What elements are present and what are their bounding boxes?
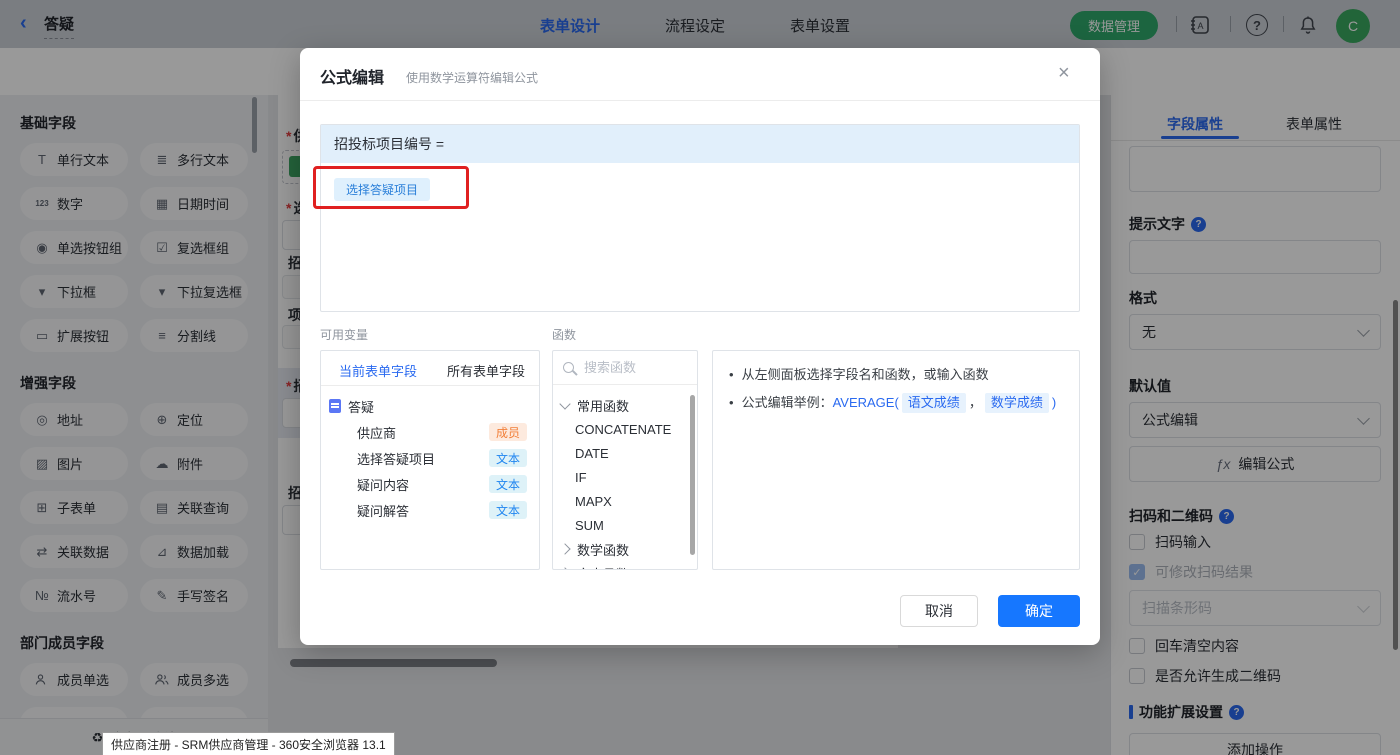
modal-title: 公式编辑 <box>320 64 384 88</box>
function-group-text[interactable]: 文本函数 <box>553 561 697 570</box>
function-item[interactable]: IF <box>553 465 697 489</box>
function-item[interactable]: SUM <box>553 513 697 537</box>
tree-field-question-answer[interactable]: 疑问解答 文本 <box>321 497 539 523</box>
function-item[interactable]: CONCATENATE <box>553 417 697 441</box>
annotation-highlight-rect <box>313 166 469 209</box>
field-type-badge: 文本 <box>489 449 527 467</box>
app-window: ‹ 答疑 表单设计 流程设定 表单设置 数据管理 A ? C 表单外链 后端脚本… <box>0 0 1400 755</box>
tree-node-form[interactable]: 答疑 <box>321 393 539 419</box>
caret-down-icon <box>559 398 570 409</box>
tree-field-select-project[interactable]: 选择答疑项目 文本 <box>321 445 539 471</box>
field-type-badge: 成员 <box>489 423 527 441</box>
variables-section-label: 可用变量 <box>320 326 368 343</box>
function-item[interactable]: DATE <box>553 441 697 465</box>
functions-scrollbar[interactable] <box>690 395 695 555</box>
field-type-badge: 文本 <box>489 501 527 519</box>
tree-field-question-content[interactable]: 疑问内容 文本 <box>321 471 539 497</box>
example-field-chip: 数学成绩 <box>985 393 1049 413</box>
tree-field-supplier[interactable]: 供应商 成员 <box>321 419 539 445</box>
variables-panel: 当前表单字段 所有表单字段 答疑 供应商 成员 选择答疑项目 文本 疑问内容 文… <box>320 350 540 570</box>
divider <box>300 100 1100 101</box>
example-field-chip: 语文成绩 <box>902 393 966 413</box>
caret-right-icon <box>559 567 570 570</box>
tab-all-form-fields[interactable]: 所有表单字段 <box>447 361 525 380</box>
functions-panel: 常用函数 CONCATENATE DATE IF MAPX SUM 数学函数 文… <box>552 350 698 570</box>
close-icon[interactable]: × <box>1058 62 1070 85</box>
tab-current-form-fields[interactable]: 当前表单字段 <box>339 361 417 380</box>
formula-edit-modal: 公式编辑 使用数学运算符编辑公式 × 招投标项目编号 = 选择答疑项目 可用变量… <box>300 48 1100 645</box>
functions-section-label: 函数 <box>552 326 576 343</box>
search-icon <box>563 362 574 373</box>
formula-editor-area[interactable]: 招投标项目编号 = 选择答疑项目 <box>320 124 1080 312</box>
formula-target-strip: 招投标项目编号 = <box>321 125 1079 163</box>
modal-subtitle: 使用数学运算符编辑公式 <box>406 69 538 86</box>
function-item[interactable]: MAPX <box>553 489 697 513</box>
function-group-math[interactable]: 数学函数 <box>553 537 697 561</box>
tip-line-1: •从左侧面板选择字段名和函数，或输入函数 <box>729 365 1063 385</box>
form-doc-icon <box>329 399 341 413</box>
function-search-box[interactable] <box>553 351 697 385</box>
tip-line-2: • 公式编辑举例： AVERAGE( 语文成绩 ， 数学成绩 ) <box>729 393 1063 413</box>
example-function-name: AVERAGE( <box>833 393 899 413</box>
tips-panel: •从左侧面板选择字段名和函数，或输入函数 • 公式编辑举例： AVERAGE( … <box>712 350 1080 570</box>
cancel-button[interactable]: 取消 <box>900 595 978 627</box>
field-type-badge: 文本 <box>489 475 527 493</box>
search-input[interactable] <box>582 359 676 376</box>
browser-taskbar-tooltip: 供应商注册 - SRM供应商管理 - 360安全浏览器 13.1 <box>102 732 395 755</box>
caret-right-icon <box>559 543 570 554</box>
divider <box>321 385 539 386</box>
confirm-button[interactable]: 确定 <box>998 595 1080 627</box>
function-group-common[interactable]: 常用函数 <box>553 393 697 417</box>
